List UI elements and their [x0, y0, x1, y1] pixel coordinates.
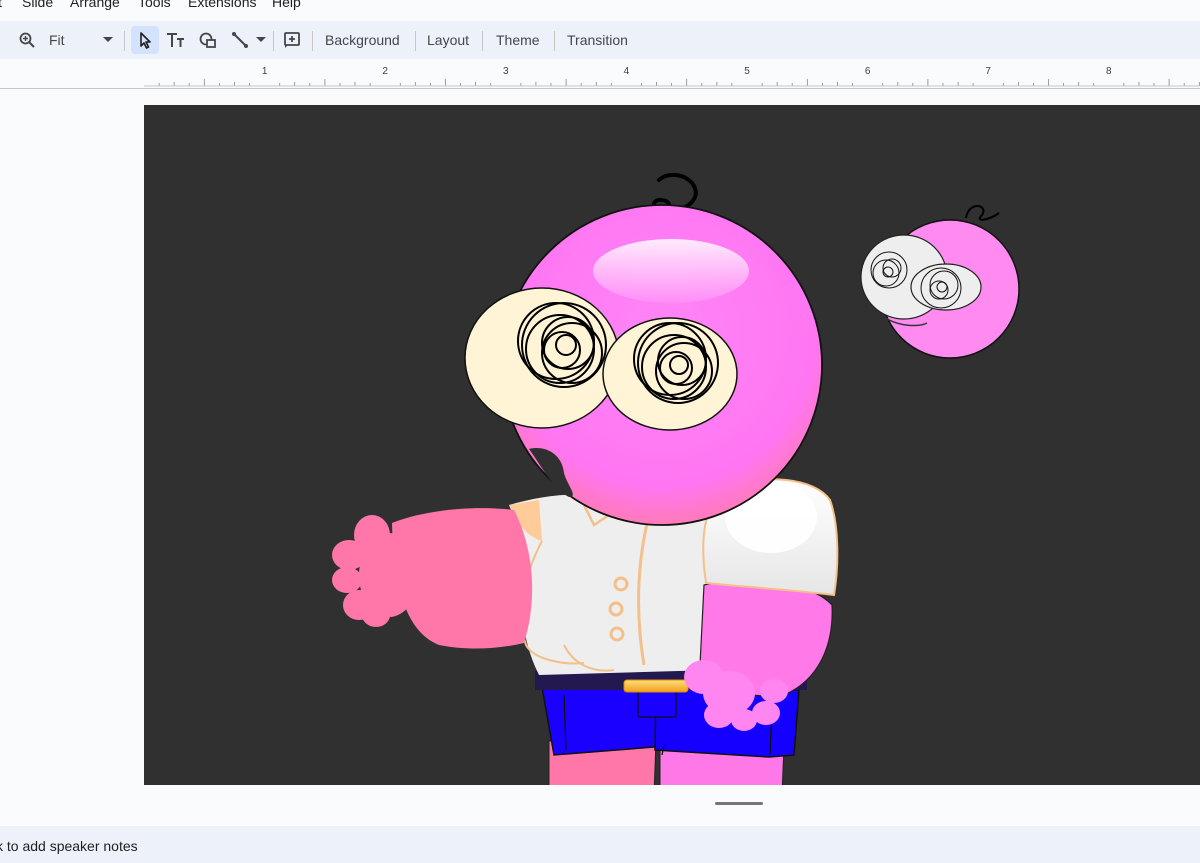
menu-extensions[interactable]: Extensions: [188, 0, 256, 10]
ruler-label: 3: [503, 66, 509, 77]
menu-tools[interactable]: Tools: [138, 0, 171, 10]
ruler-ticks: 1 2 3 4 5 6 7 8: [144, 66, 1200, 87]
menu-slide[interactable]: Slide: [22, 0, 53, 10]
add-comment-icon[interactable]: [279, 26, 305, 54]
main-character[interactable]: [332, 172, 839, 785]
select-tool-icon[interactable]: [131, 26, 159, 54]
menu-help[interactable]: Help: [272, 0, 301, 10]
ruler-label: 7: [985, 66, 991, 77]
slide-canvas[interactable]: [144, 105, 1200, 785]
ruler-label: 5: [744, 66, 750, 77]
small-character[interactable]: [860, 205, 1020, 359]
speaker-notes-placeholder[interactable]: k to add speaker notes: [0, 838, 138, 854]
toolbar-divider: [554, 31, 555, 51]
ruler-label: 8: [1106, 66, 1112, 77]
toolbar-divider: [482, 31, 483, 51]
layout-button[interactable]: Layout: [427, 32, 469, 48]
zoom-select[interactable]: Fit: [49, 32, 65, 48]
line-icon[interactable]: [227, 26, 253, 54]
background-button[interactable]: Background: [325, 32, 400, 48]
shape-icon[interactable]: [195, 26, 221, 54]
toolbar: Fit Background Layout Theme Transition: [0, 21, 1200, 59]
toolbar-divider: [415, 31, 416, 51]
menu-arrange[interactable]: Arrange: [70, 0, 120, 10]
menu-insert[interactable]: t: [0, 0, 2, 10]
zoom-icon[interactable]: [14, 26, 40, 54]
horizontal-ruler[interactable]: 1 2 3 4 5 6 7 8: [0, 62, 1200, 89]
paint-format-icon[interactable]: [0, 26, 4, 54]
speaker-notes-panel[interactable]: k to add speaker notes: [0, 826, 1200, 863]
ruler-label: 2: [382, 66, 388, 77]
theme-button[interactable]: Theme: [496, 32, 540, 48]
slide-artwork: [332, 172, 1020, 785]
toolbar-divider: [273, 31, 274, 51]
ruler-label: 6: [865, 66, 871, 77]
notes-resize-handle[interactable]: [715, 802, 763, 805]
toolbar-divider: [124, 31, 125, 51]
line-dropdown-chevron-icon[interactable]: [254, 26, 268, 54]
transition-button[interactable]: Transition: [567, 32, 628, 48]
toolbar-divider: [312, 31, 313, 51]
ruler-label: 1: [262, 66, 268, 77]
menu-bar: t Slide Arrange Tools Extensions Help: [0, 0, 1200, 20]
ruler-label: 4: [624, 66, 630, 77]
zoom-dropdown-chevron-icon[interactable]: [100, 26, 116, 54]
text-box-icon[interactable]: [163, 26, 189, 54]
